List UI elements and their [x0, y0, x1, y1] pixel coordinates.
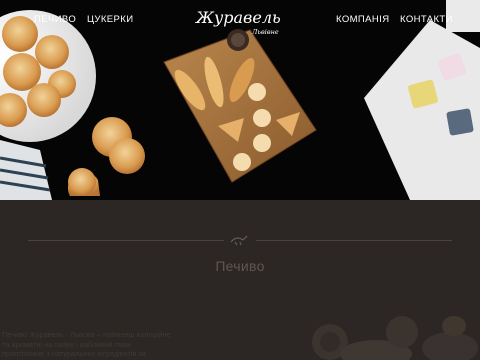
pastry-board — [163, 29, 317, 183]
striped-towel — [0, 140, 52, 200]
nav-link-candies[interactable]: ЦУКЕРКИ — [87, 14, 133, 25]
main-nav: ПЕЧИВО ЦУКЕРКИ КОМПАНІЯ КОНТАКТИ — [0, 0, 480, 40]
divider-left — [28, 240, 224, 241]
about-line: та ароматні на смаку і вабливий смак — [2, 339, 131, 349]
about-line: приготоване з натуральних інгредієнтів з… — [2, 349, 147, 359]
nav-link-cookies[interactable]: ПЕЧИВО — [34, 14, 76, 25]
loose-cookies — [67, 117, 145, 196]
nav-link-company[interactable]: КОМПАНІЯ — [336, 14, 389, 25]
section-title: Печиво — [215, 258, 265, 274]
about-line: Печиво Журавель - Львова – найменш калор… — [2, 330, 171, 339]
about-text: Печиво Журавель - Львова – найменш калор… — [2, 330, 207, 359]
nav-link-contacts[interactable]: КОНТАКТИ — [400, 14, 453, 25]
crane-ornament-icon — [230, 235, 248, 246]
hero-banner: ПЕЧИВО ЦУКЕРКИ КОМПАНІЯ КОНТАКТИ Журавел… — [0, 0, 480, 200]
divider-right — [256, 240, 452, 241]
sweets-photo-faded — [312, 316, 478, 360]
